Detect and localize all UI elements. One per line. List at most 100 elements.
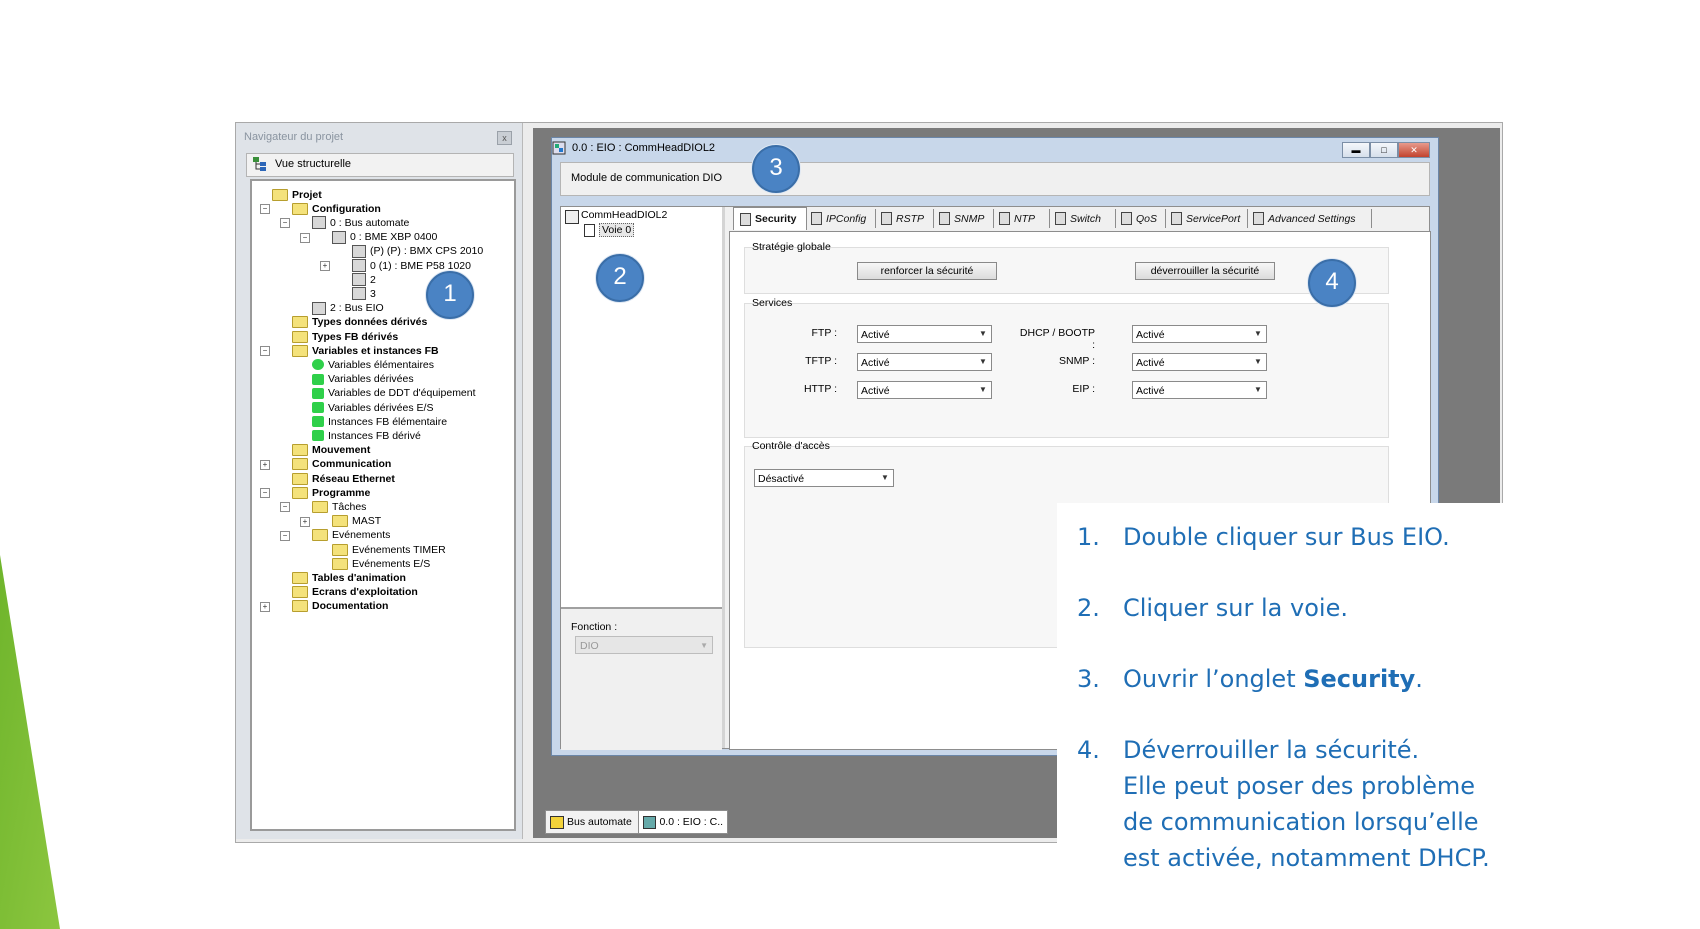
service-select[interactable]: Activé ▼ (857, 381, 992, 399)
chevron-down-icon: ▼ (700, 641, 708, 650)
collapse-icon[interactable]: − (300, 232, 310, 243)
service-select[interactable]: Activé ▼ (857, 325, 992, 343)
tree-item[interactable]: Evénements TIMER (332, 542, 446, 557)
tree-item[interactable]: Variables de DDT d'équipement (312, 386, 476, 401)
minimize-button[interactable]: ▬ (1342, 142, 1370, 158)
chevron-down-icon: ▼ (979, 385, 987, 394)
collapse-icon[interactable]: − (260, 488, 270, 499)
expand-icon[interactable]: + (300, 516, 310, 527)
project-navigator: Navigateur du projet x Vue structurelle … (236, 123, 523, 839)
enforce-security-button[interactable]: renforcer la sécurité (857, 262, 997, 280)
expand-icon[interactable]: + (320, 261, 330, 271)
device-tree-panel: CommHeadDIOL2 Voie 0 Fonction : DIO ▼ (561, 207, 725, 750)
bottom-tab-bus-automate[interactable]: Bus automate (545, 810, 643, 834)
expand-icon[interactable]: + (260, 601, 270, 612)
tab-qos[interactable]: QoS (1115, 209, 1166, 228)
tree-item[interactable]: 2 : Bus EIO (312, 301, 384, 316)
tab-advanced-settings[interactable]: Advanced Settings (1247, 209, 1372, 228)
tree-item[interactable]: Evénements (312, 528, 390, 543)
callout-2: 2 (596, 254, 644, 302)
instructions-list: 1. Double cliquer sur Bus EIO. 2. Clique… (1077, 519, 1490, 911)
tree-item[interactable]: Ecrans d'exploitation (292, 585, 418, 600)
tab-rstp[interactable]: RSTP (875, 209, 934, 228)
module-icon (352, 287, 366, 301)
collapse-icon[interactable]: − (280, 530, 290, 541)
device-tree-root[interactable]: CommHeadDIOL2 (581, 209, 667, 221)
collapse-icon[interactable]: − (280, 502, 290, 513)
tree-item[interactable]: Types données dérivés (292, 315, 427, 330)
tree-item-label: MAST (352, 515, 382, 528)
tree-item-label: Instances FB élémentaire (328, 415, 448, 428)
module-description: Module de communication DIO (571, 172, 723, 184)
variable-icon (312, 387, 324, 399)
service-select[interactable]: Activé ▼ (1132, 353, 1267, 371)
device-tree-channel[interactable]: Voie 0 (599, 223, 635, 237)
folder-icon (272, 188, 288, 201)
service-label: DHCP / BOOTP : (1019, 327, 1095, 351)
tab-ipconfig[interactable]: IPConfig (805, 209, 876, 228)
tree-item[interactable]: Variables dérivées E/S (312, 400, 433, 415)
navigator-close-button[interactable]: x (497, 131, 512, 145)
expand-icon[interactable]: + (260, 459, 270, 470)
tree-item[interactable]: Réseau Ethernet (292, 471, 395, 486)
bottom-tab-eio[interactable]: 0.0 : EIO : C... (638, 810, 728, 834)
tree-item[interactable]: Documentation (292, 599, 388, 614)
tab-snmp[interactable]: SNMP (933, 209, 994, 228)
collapse-icon[interactable]: − (280, 218, 290, 229)
instruction-text: Double cliquer sur Bus EIO. (1123, 523, 1450, 551)
instruction-text: . (1415, 665, 1423, 693)
tree-item[interactable]: 2 (352, 272, 376, 287)
tree-item[interactable]: Projet (272, 187, 322, 202)
tree-item[interactable]: MAST (332, 514, 381, 529)
tree-item[interactable]: Communication (292, 457, 391, 472)
navigator-title: Navigateur du projet (244, 131, 344, 143)
module-icon (312, 301, 326, 315)
tree-item-label: Projet (292, 188, 322, 201)
unlock-security-button[interactable]: déverrouiller la sécurité (1135, 262, 1275, 280)
folder-icon (292, 316, 308, 329)
tree-item[interactable]: Variables et instances FB (292, 343, 439, 358)
tree-item[interactable]: Tables d'animation (292, 570, 406, 585)
tab-icon (740, 212, 751, 226)
tab-switch[interactable]: Switch (1049, 209, 1116, 228)
tree-item[interactable]: Instances FB dérivé (312, 428, 421, 443)
tree-item[interactable]: Configuration (292, 201, 381, 216)
tree-item[interactable]: (P) (P) : BMX CPS 2010 (352, 244, 483, 259)
chevron-down-icon: ▼ (1254, 329, 1262, 338)
tree-item[interactable]: 0 : BME XBP 0400 (332, 230, 437, 245)
close-window-button[interactable]: ✕ (1398, 142, 1430, 158)
collapse-icon[interactable]: − (260, 346, 270, 357)
collapse-icon[interactable]: − (260, 204, 270, 215)
tab-icon (881, 212, 892, 225)
service-select[interactable]: Activé ▼ (1132, 325, 1267, 343)
function-panel: Fonction : DIO ▼ (561, 607, 722, 750)
tab-ntp[interactable]: NTP (993, 209, 1050, 228)
tree-item[interactable]: Instances FB élémentaire (312, 414, 447, 429)
variable-icon (312, 373, 324, 385)
service-select[interactable]: Activé ▼ (1132, 381, 1267, 399)
tree-item[interactable]: Tâches (312, 499, 366, 514)
tree-item[interactable]: 3 (352, 286, 376, 301)
tab-serviceport[interactable]: ServicePort (1165, 209, 1248, 228)
maximize-button[interactable]: □ (1370, 142, 1398, 158)
service-select[interactable]: Activé ▼ (857, 353, 992, 371)
service-label: SNMP : (1059, 355, 1095, 367)
tree-item[interactable]: Variables dérivées (312, 372, 414, 387)
tab-security[interactable]: Security (733, 207, 807, 230)
window-app-icon (552, 141, 566, 155)
tree-item-label: Variables et instances FB (312, 344, 439, 357)
tree-item[interactable]: Variables élémentaires (312, 357, 434, 372)
tree-item[interactable]: Programme (292, 485, 370, 500)
tree-item-label: Ecrans d'exploitation (312, 586, 418, 599)
access-control-select[interactable]: Désactivé ▼ (754, 469, 894, 487)
tree-item[interactable]: Evénements E/S (332, 556, 430, 571)
services-group (744, 303, 1389, 438)
tree-item[interactable]: Types FB dérivés (292, 329, 398, 344)
tab-icon (1171, 212, 1182, 225)
module-header: Module de communication DIO (560, 162, 1430, 196)
tab-label: Security (755, 213, 797, 225)
tree-item[interactable]: 0 : Bus automate (312, 215, 409, 230)
folder-icon (292, 444, 308, 457)
tree-item[interactable]: Mouvement (292, 443, 370, 458)
structural-view-tab[interactable]: Vue structurelle (246, 153, 514, 177)
